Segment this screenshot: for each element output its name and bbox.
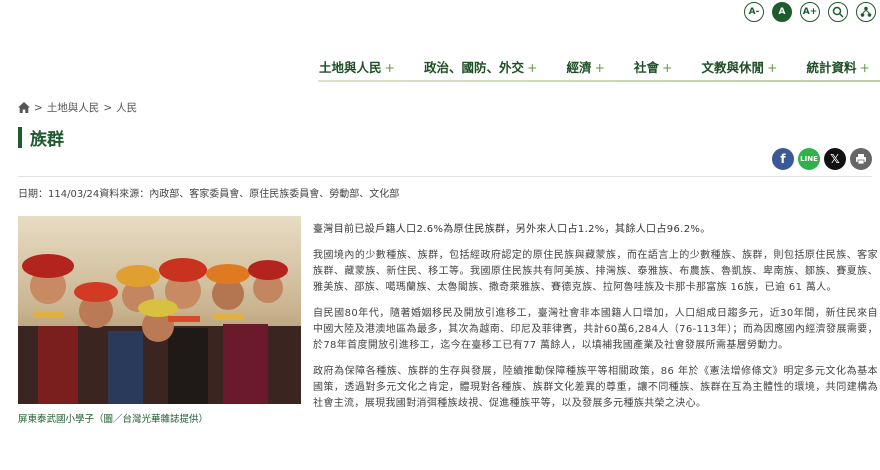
- page-title-block: 族群: [18, 125, 64, 150]
- font-larger-button[interactable]: A+: [800, 2, 820, 22]
- share-bar: f LINE 𝕏: [772, 148, 872, 170]
- nav-item-label: 文教與休閒: [701, 60, 765, 75]
- print-icon: [856, 154, 866, 165]
- breadcrumb-link-land-people[interactable]: 土地與人民: [47, 100, 100, 115]
- home-icon[interactable]: [18, 102, 30, 113]
- breadcrumb: > 土地與人民 > 人民: [18, 100, 137, 115]
- divider: [18, 176, 872, 177]
- nav-item-statistics[interactable]: 統計資料 +: [807, 57, 871, 76]
- plus-icon: +: [859, 60, 870, 75]
- article-body: 臺灣目前已設戶籍人口2.6%為原住民族群，另外來人口占1.2%，其餘人口占96.…: [313, 222, 878, 422]
- article-paragraph: 自民國80年代，隨著婚姻移民及開放引進移工，臺灣社會非本國籍人口增加，人口組成日…: [313, 308, 878, 351]
- nav-item-politics[interactable]: 政治、國防、外交 +: [424, 57, 538, 76]
- nav-divider: [318, 80, 880, 82]
- indigenous-children-photo: [18, 216, 301, 404]
- sitemap-icon: [860, 6, 872, 17]
- date-source-line: 日期：114/03/24資料來源：內政部、客家委員會、原住民族委員會、勞動部、文…: [18, 189, 400, 200]
- main-nav: 土地與人民 + 政治、國防、外交 + 經濟 + 社會 + 文教與休閒 + 統計資料 +: [319, 57, 870, 76]
- plus-icon: +: [767, 60, 778, 75]
- article-paragraph: 我國境內的少數種族、族群，包括經政府認定的原住民族與藏蒙族，而在語言上的少數種族…: [313, 250, 878, 293]
- article-paragraph: 政府為保障各種族、族群的生存與發展，陸續推動保障種族平等相關政策，86 年於《憲…: [313, 366, 878, 409]
- facebook-icon: f: [780, 152, 786, 166]
- plus-icon: +: [594, 60, 605, 75]
- nav-item-economy[interactable]: 經濟 +: [567, 57, 606, 76]
- print-button[interactable]: [850, 148, 872, 170]
- breadcrumb-separator: >: [34, 101, 43, 114]
- line-icon: LINE: [800, 155, 818, 163]
- search-button[interactable]: [828, 2, 848, 22]
- utility-bar: A- A A+: [744, 2, 876, 22]
- plus-icon: +: [384, 60, 395, 75]
- font-normal-button[interactable]: A: [772, 2, 792, 22]
- article-paragraph: 臺灣目前已設戶籍人口2.6%為原住民族群，另外來人口占1.2%，其餘人口占96.…: [313, 224, 711, 235]
- x-share-button[interactable]: 𝕏: [824, 148, 846, 170]
- nav-item-land-people[interactable]: 土地與人民 +: [319, 57, 395, 76]
- page-title: 族群: [30, 130, 64, 150]
- sitemap-button[interactable]: [856, 2, 876, 22]
- nav-item-label: 社會: [634, 60, 660, 75]
- breadcrumb-separator: >: [103, 101, 113, 114]
- plus-icon: +: [662, 60, 673, 75]
- breadcrumb-link-people[interactable]: 人民: [116, 100, 137, 115]
- line-share-button[interactable]: LINE: [798, 148, 820, 170]
- nav-item-label: 土地與人民: [319, 60, 382, 75]
- title-accent-bar: [18, 127, 22, 148]
- nav-item-label: 政治、國防、外交: [424, 60, 525, 75]
- nav-item-label: 統計資料: [806, 60, 857, 75]
- x-icon: 𝕏: [830, 152, 840, 166]
- facebook-share-button[interactable]: f: [772, 148, 794, 170]
- plus-icon: +: [527, 60, 538, 75]
- article-photo: [18, 216, 301, 404]
- nav-item-culture[interactable]: 文教與休閒 +: [702, 57, 778, 76]
- photo-caption: 屏東泰武國小學子（圖／台灣光華雜誌提供）: [18, 414, 209, 425]
- search-icon: [832, 6, 844, 18]
- nav-item-label: 經濟: [566, 60, 592, 75]
- font-smaller-button[interactable]: A-: [744, 2, 764, 22]
- nav-item-society[interactable]: 社會 +: [634, 57, 673, 76]
